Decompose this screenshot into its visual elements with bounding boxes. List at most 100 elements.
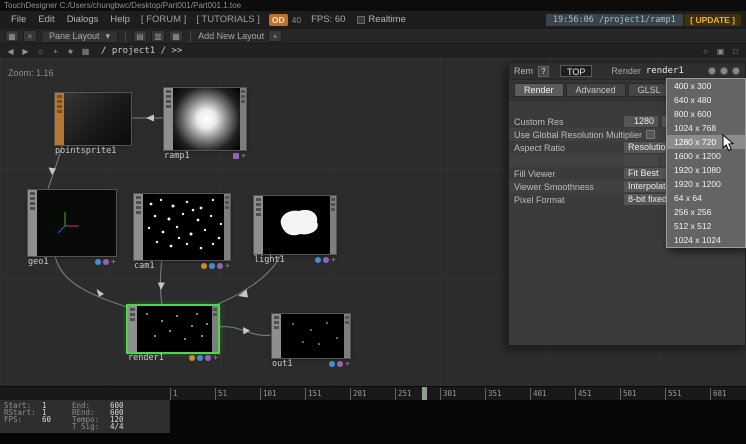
render-flag[interactable]: [95, 259, 101, 265]
node-viewer[interactable]: [137, 306, 212, 352]
pane-split-quad-icon[interactable]: ▦: [169, 30, 183, 42]
home-icon[interactable]: ⌂: [35, 47, 46, 56]
tsig-value[interactable]: 4/4: [110, 423, 140, 430]
star-icon[interactable]: ★: [65, 47, 76, 56]
op-name[interactable]: render1: [646, 66, 684, 76]
node-viewer[interactable]: [64, 93, 131, 145]
pane-split-left-icon[interactable]: ▤: [133, 30, 147, 42]
menu-dialogs[interactable]: Dialogs: [61, 14, 105, 25]
node-viewer[interactable]: [281, 314, 344, 358]
node-flag-strip[interactable]: [134, 194, 143, 260]
node-out1[interactable]: out1 +: [272, 314, 350, 366]
node-flag-strip-right[interactable]: [330, 196, 336, 254]
menu-item-resolution[interactable]: 512 x 512: [667, 219, 745, 233]
fps-value[interactable]: 60: [42, 416, 72, 423]
checkbox-icon[interactable]: [646, 130, 655, 139]
node-flag-strip[interactable]: [272, 314, 281, 358]
plus-icon[interactable]: +: [50, 47, 61, 56]
plus-icon[interactable]: +: [268, 30, 282, 42]
display-flag[interactable]: [337, 361, 343, 367]
close-icon[interactable]: ×: [23, 30, 37, 42]
display-flag[interactable]: [205, 355, 211, 361]
menu-item-resolution[interactable]: 640 x 480: [667, 93, 745, 107]
menu-item-resolution[interactable]: 1024 x 768: [667, 121, 745, 135]
playhead-marker[interactable]: [422, 387, 427, 400]
node-ramp1[interactable]: ramp1 +: [164, 88, 246, 161]
menu-item-resolution-highlighted[interactable]: 1280 x 720: [667, 135, 745, 149]
plus-icon[interactable]: +: [345, 361, 350, 367]
op-family-chip[interactable]: TOP: [560, 65, 592, 77]
help-icon[interactable]: ?: [538, 66, 549, 77]
node-flag-strip-right[interactable]: [212, 306, 218, 352]
add-new-layout-button[interactable]: Add New Layout: [198, 31, 264, 41]
menu-file[interactable]: File: [5, 14, 32, 25]
custom-res-width-field[interactable]: 1280: [624, 116, 658, 127]
node-viewer[interactable]: [143, 194, 224, 260]
menu-item-resolution[interactable]: 1024 x 1024: [667, 233, 745, 247]
node-pointsprite1[interactable]: pointsprite1: [55, 93, 131, 156]
circle-icon[interactable]: ○: [700, 47, 711, 56]
node-viewer[interactable]: [173, 88, 240, 150]
node-cam1[interactable]: cam1 +: [134, 194, 230, 268]
node-flag-strip-right[interactable]: [224, 194, 230, 260]
menu-item-resolution[interactable]: 64 x 64: [667, 191, 745, 205]
menu-help[interactable]: Help: [104, 14, 136, 25]
update-button[interactable]: [ UPDATE ]: [684, 14, 741, 26]
plus-icon[interactable]: +: [241, 153, 246, 159]
menu-edit[interactable]: Edit: [32, 14, 60, 25]
display-flag[interactable]: [217, 263, 223, 269]
timeline-ruler[interactable]: 1 51 101 151 201 251 301 351 401 451 501…: [0, 386, 746, 400]
forum-link[interactable]: [ FORUM ]: [136, 14, 191, 25]
display-flag[interactable]: [323, 257, 329, 263]
menu-item-resolution[interactable]: 1920 x 1200: [667, 177, 745, 191]
pickable-flag[interactable]: [201, 263, 207, 269]
grid-icon[interactable]: ▦: [5, 30, 19, 42]
menu-item-resolution[interactable]: 256 x 256: [667, 205, 745, 219]
render-flag[interactable]: [209, 263, 215, 269]
grid-icon[interactable]: ▦: [80, 47, 91, 56]
comment-icon[interactable]: [708, 67, 716, 75]
node-flag-strip-right[interactable]: [240, 88, 246, 150]
node-flag-strip[interactable]: [28, 190, 37, 256]
plus-icon[interactable]: +: [213, 355, 218, 361]
tab-render[interactable]: Render: [514, 83, 564, 97]
tab-advanced[interactable]: Advanced: [566, 83, 626, 97]
plus-icon[interactable]: +: [225, 263, 230, 269]
node-label: render1: [128, 353, 164, 363]
menu-item-resolution[interactable]: 400 x 300: [667, 79, 745, 93]
node-render1[interactable]: render1 +: [128, 306, 218, 360]
box-icon[interactable]: ▣: [715, 47, 726, 56]
pickable-flag[interactable]: [189, 355, 195, 361]
realtime-checkbox[interactable]: [357, 16, 365, 24]
square-icon[interactable]: □: [730, 47, 741, 56]
display-flag[interactable]: [103, 259, 109, 265]
display-flag[interactable]: [233, 153, 239, 159]
node-viewer[interactable]: [37, 190, 116, 256]
node-flag-strip-right[interactable]: [344, 314, 350, 358]
breadcrumb[interactable]: / project1 / >>: [101, 46, 182, 56]
tab-glsl[interactable]: GLSL: [628, 83, 671, 97]
menu-item-resolution[interactable]: 1600 x 1200: [667, 149, 745, 163]
forward-icon[interactable]: ▶: [20, 47, 31, 56]
pane-layout-dropdown[interactable]: Pane Layout ▾: [41, 30, 118, 43]
node-flag-strip[interactable]: [128, 306, 137, 352]
plus-icon[interactable]: +: [331, 257, 336, 263]
od-badge[interactable]: OD: [269, 14, 288, 26]
node-light1[interactable]: light1 +: [254, 196, 336, 262]
node-viewer[interactable]: [263, 196, 330, 254]
render-flag[interactable]: [197, 355, 203, 361]
menu-item-resolution[interactable]: 1920 x 1080: [667, 163, 745, 177]
tutorials-link[interactable]: [ TUTORIALS ]: [191, 14, 265, 25]
back-icon[interactable]: ◀: [5, 47, 16, 56]
gear-icon[interactable]: [732, 67, 740, 75]
menu-item-resolution[interactable]: 800 x 600: [667, 107, 745, 121]
plus-icon[interactable]: +: [111, 259, 116, 265]
render-flag[interactable]: [315, 257, 321, 263]
render-flag[interactable]: [329, 361, 335, 367]
language-icon[interactable]: [720, 67, 728, 75]
pane-split-top-icon[interactable]: ▥: [151, 30, 165, 42]
node-flag-strip[interactable]: [254, 196, 263, 254]
node-geo1[interactable]: geo1 +: [28, 190, 116, 264]
node-flag-strip[interactable]: [164, 88, 173, 150]
node-flag-strip[interactable]: [55, 93, 64, 145]
